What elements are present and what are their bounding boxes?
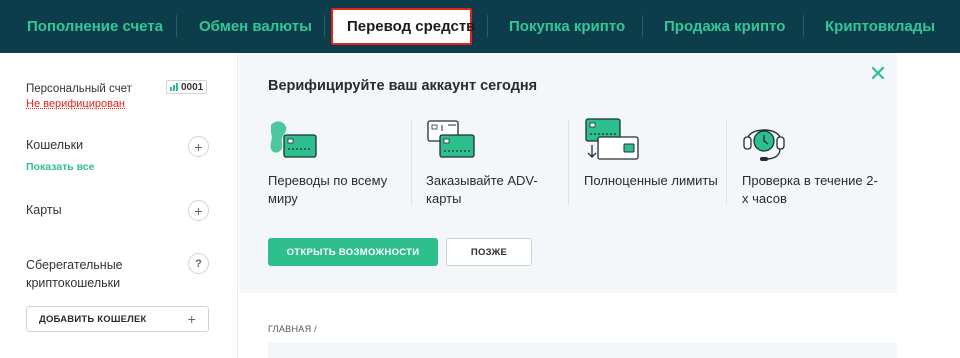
feature-adv-cards: Заказывайте ADV-карты [426, 173, 538, 206]
close-icon[interactable]: ✕ [868, 63, 888, 85]
add-wallet-button[interactable]: ДОБАВИТЬ КОШЕЛЕК + [26, 306, 209, 332]
add-wallet-label: ДОБАВИТЬ КОШЕЛЕК [39, 313, 147, 325]
nav-divider [642, 15, 643, 37]
top-navigation: Пополнение счета Обмен валюты Перевод ср… [0, 0, 960, 53]
help-icon[interactable]: ? [188, 253, 209, 274]
nav-tab-exchange[interactable]: Обмен валюты [199, 0, 312, 53]
signal-bars-icon [170, 83, 178, 91]
nav-divider [324, 15, 325, 37]
plus-icon: + [194, 138, 203, 155]
savings-wallets-title: Сберегательные криптокошельки [26, 258, 123, 290]
plus-icon: + [187, 311, 196, 327]
nav-divider [176, 15, 177, 37]
nav-tab-topup[interactable]: Пополнение счета [27, 0, 163, 53]
account-number: 0001 [181, 81, 204, 93]
open-features-button[interactable]: ОТКРЫТЬ ВОЗМОЖНОСТИ [268, 238, 438, 266]
wallets-title: Кошельки [26, 138, 84, 152]
nav-divider [487, 15, 488, 37]
show-all-wallets-link[interactable]: Показать все [26, 161, 95, 173]
add-wallet-plus-button[interactable]: + [188, 136, 209, 157]
support-headset-icon [743, 129, 785, 161]
nav-tab-sell-crypto[interactable]: Продажа крипто [664, 0, 785, 53]
sidebar: Персональный счет 0001 Не верифицирован … [0, 53, 238, 358]
wallet-limits-icon [585, 118, 639, 160]
nav-tab-transfer[interactable]: Перевод средств [347, 0, 475, 53]
breadcrumb[interactable]: ГЛАВНАЯ / [268, 324, 317, 334]
account-label: Персональный счет [26, 83, 132, 95]
plus-icon: + [194, 202, 203, 219]
later-button[interactable]: ПОЗЖЕ [446, 238, 532, 266]
feature-divider [568, 119, 569, 205]
feature-worldwide-transfers: Переводы по всему миру [268, 173, 388, 206]
feature-divider [411, 119, 412, 205]
verification-status-link[interactable]: Не верифицирован [26, 98, 125, 110]
adv-card-icon [427, 120, 475, 158]
cards-title: Карты [26, 203, 62, 217]
add-card-plus-button[interactable]: + [188, 200, 209, 221]
nav-divider [803, 15, 804, 37]
banner-title: Верифицируйте ваш аккаунт сегодня [268, 78, 538, 94]
nav-tab-crypto-deposits[interactable]: Криптовклады [825, 0, 935, 53]
account-number-badge[interactable]: 0001 [166, 80, 208, 94]
nav-tab-buy-crypto[interactable]: Покупка крипто [509, 0, 625, 53]
feature-divider [726, 119, 727, 205]
globe-card-icon [270, 121, 317, 158]
feature-quick-verification: Проверка в течение 2-х часов [742, 173, 878, 206]
content-panel [268, 342, 897, 358]
feature-full-limits: Полноценные лимиты [584, 173, 718, 188]
